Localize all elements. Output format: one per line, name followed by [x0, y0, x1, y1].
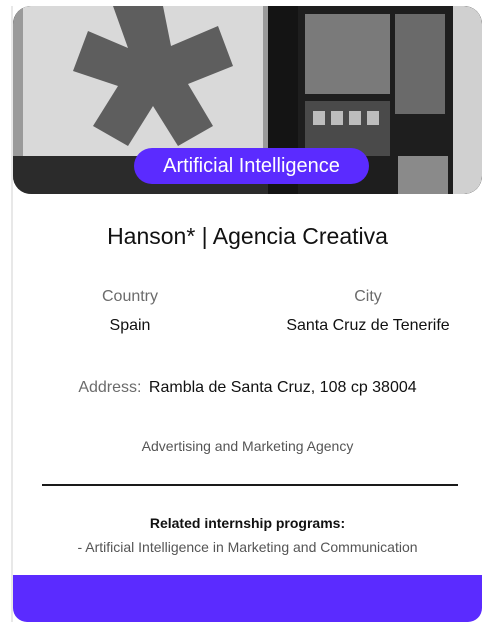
city-value: Santa Cruz de Tenerife [286, 317, 450, 334]
country-label: Country [101, 288, 159, 305]
company-card: Artificial Intelligence Hanson* | Agenci… [11, 6, 482, 622]
city-label: City [354, 288, 382, 305]
agency-type: Advertising and Marketing Agency [141, 438, 354, 454]
hero-image: Artificial Intelligence [13, 6, 482, 194]
footer-bar[interactable] [13, 575, 482, 622]
country-value: Spain [109, 317, 151, 334]
related-programs-title: Related internship programs: [149, 515, 346, 531]
page: Artificial Intelligence Hanson* | Agenci… [0, 0, 482, 622]
divider [42, 484, 458, 486]
address-label: Address: [78, 379, 142, 396]
address-value: Rambla de Santa Cruz, 108 cp 38004 [148, 379, 417, 396]
address-row: Address: Rambla de Santa Cruz, 108 cp 38… [13, 379, 482, 397]
category-badge[interactable]: Artificial Intelligence [134, 148, 369, 184]
company-name: Hanson* | Agencia Creativa [107, 223, 388, 249]
related-program-item[interactable]: - Artificial Intelligence in Marketing a… [13, 539, 482, 555]
